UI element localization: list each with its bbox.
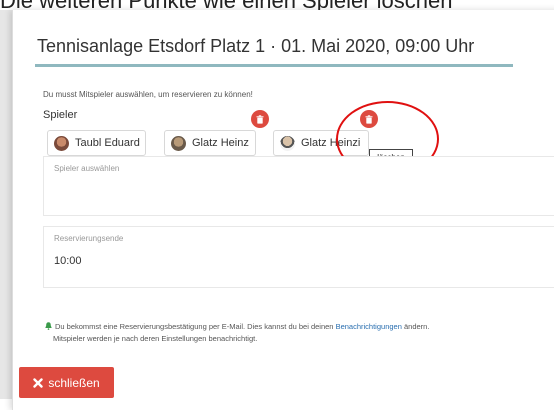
player-chip[interactable]: Glatz Heinz [164, 130, 256, 156]
hint-text: Du musst Mitspieler auswählen, um reserv… [43, 90, 253, 99]
select-player-field[interactable]: Spieler auswählen [43, 156, 554, 216]
title-divider [35, 64, 513, 67]
page-caption: Die weiteren Punkte wie einen Spieler lö… [0, 0, 554, 10]
player-name: Taubl Eduard [75, 137, 140, 149]
player-chip[interactable]: Taubl Eduard [47, 130, 146, 156]
player-name: Glatz Heinz [192, 137, 249, 149]
close-icon [33, 377, 44, 388]
close-button-label: schließen [48, 375, 100, 390]
avatar [280, 135, 295, 151]
trash-icon [256, 114, 264, 124]
info-text-part: Du bekommst eine Reservierungsbestätigun… [55, 322, 336, 331]
reservation-dialog: Tennisanlage Etsdorf Platz 1 · 01. Mai 2… [12, 10, 554, 410]
info-text: Du bekommst eine Reservierungsbestätigun… [45, 322, 429, 331]
notifications-link[interactable]: Benachrichtigungen [336, 322, 402, 331]
bell-icon [45, 322, 52, 330]
page-backdrop [0, 10, 12, 399]
players-label: Spieler [43, 109, 78, 121]
dialog-title: Tennisanlage Etsdorf Platz 1 · 01. Mai 2… [37, 36, 475, 56]
avatar [171, 135, 186, 151]
reservation-end-value: 10:00 [54, 255, 82, 267]
reservation-end-field[interactable]: Reservierungsende 10:00 [43, 226, 554, 288]
select-player-label: Spieler auswählen [54, 164, 120, 173]
avatar [54, 135, 69, 151]
info-text-line2: Mitspieler werden je nach deren Einstell… [53, 334, 258, 343]
info-text-end: ändern. [401, 322, 430, 331]
delete-player-button[interactable] [251, 110, 269, 128]
close-button[interactable]: schließen [19, 367, 114, 398]
reservation-end-label: Reservierungsende [54, 234, 124, 243]
